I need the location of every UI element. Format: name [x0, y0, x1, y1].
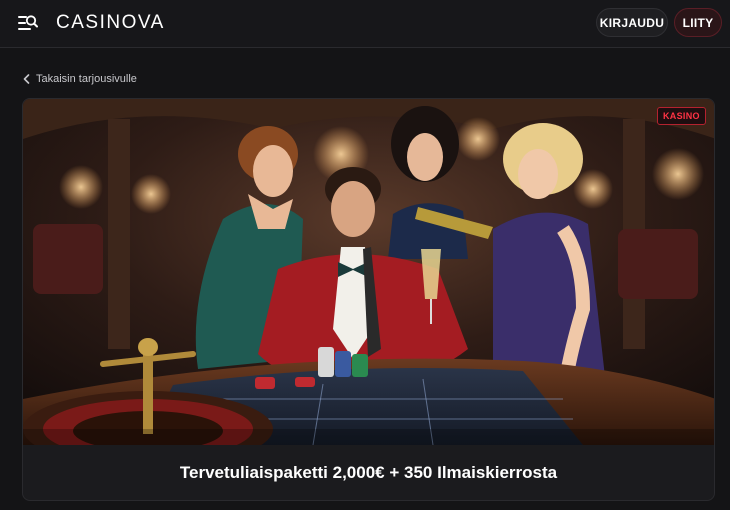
- category-badge: KASINO: [657, 107, 706, 125]
- back-link-label: Takaisin tarjousivulle: [36, 73, 137, 85]
- back-to-offers-link[interactable]: Takaisin tarjousivulle: [23, 72, 137, 86]
- menu-search-icon[interactable]: [18, 13, 38, 33]
- offer-card[interactable]: [22, 98, 715, 501]
- login-button[interactable]: KIRJAUDU: [596, 8, 668, 37]
- join-button[interactable]: LIITY: [674, 8, 722, 37]
- top-navigation-bar: CASINOVA KIRJAUDU LIITY: [0, 0, 730, 48]
- offer-title[interactable]: Tervetuliaispaketti 2,000€ + 350 Ilmaisk…: [22, 445, 715, 501]
- chevron-left-icon: [23, 74, 30, 84]
- casinova-logo[interactable]: CASINOVA: [56, 12, 165, 34]
- casino-hero-image: [23, 99, 714, 445]
